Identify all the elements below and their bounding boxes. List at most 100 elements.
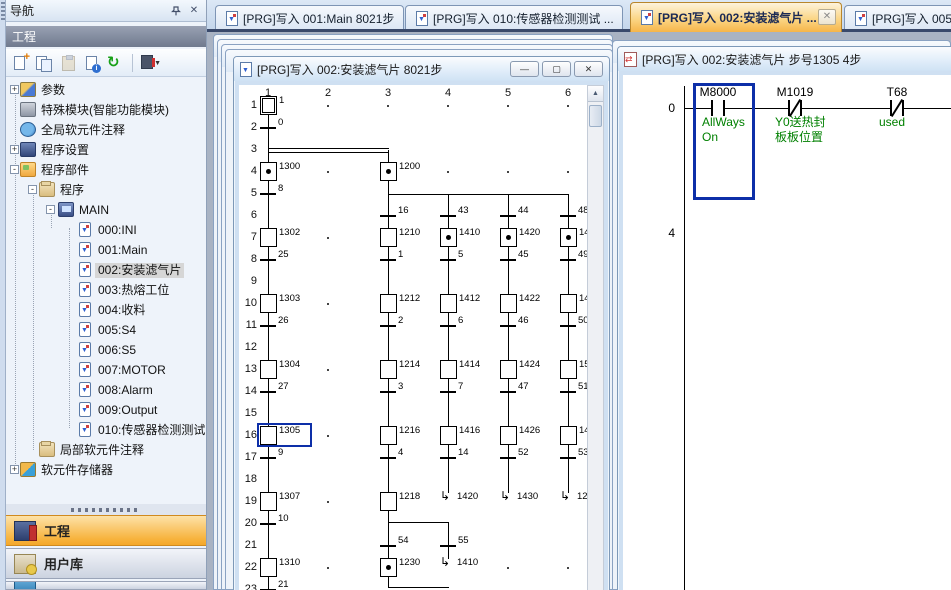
sfc-step[interactable] [380,426,397,445]
sfc-transition[interactable] [260,391,276,393]
copy-icon[interactable] [34,53,54,73]
sfc-transition[interactable] [440,457,456,459]
sfc-step[interactable] [560,228,577,247]
sfc-step[interactable] [440,294,457,313]
sfc-step[interactable] [500,294,517,313]
expand-icon[interactable]: + [10,465,19,474]
sfc-transition[interactable] [440,545,456,547]
sfc-transition[interactable] [440,215,456,217]
sfc-transition[interactable] [560,215,576,217]
sfc-transition[interactable] [560,457,576,459]
sfc-step[interactable] [500,360,517,379]
document-tab[interactable]: [PRG]写入 010:传感器检测测试 ... [405,5,623,30]
sfc-step[interactable] [380,492,397,511]
minimize-button[interactable]: — [510,61,539,77]
sfc-step[interactable] [260,558,277,577]
view-button-project[interactable]: 工程 [6,515,206,546]
close-icon[interactable]: ✕ [186,3,202,18]
tree-item[interactable]: -程序 [6,180,206,200]
tree-item[interactable]: +软元件存储器 [6,460,206,480]
sfc-window-titlebar[interactable]: [PRG]写入 002:安装滤气片 8021步 — ▢ ✕ [234,57,609,81]
restore-button[interactable]: ▢ [542,61,571,77]
sfc-step[interactable] [440,228,457,247]
sfc-transition[interactable] [500,215,516,217]
collapse-icon[interactable]: - [10,165,19,174]
sfc-step[interactable] [380,162,397,181]
tree-item[interactable]: 003:热熔工位 [6,280,206,300]
tree-item[interactable]: 007:MOTOR [6,360,206,380]
sfc-step[interactable] [380,228,397,247]
sfc-vertical-scrollbar[interactable]: ▲ [587,85,604,590]
contact-device-label[interactable]: M1019 [777,85,814,99]
expand-icon[interactable]: + [10,145,19,154]
tree-item[interactable]: 008:Alarm [6,380,206,400]
sfc-transition[interactable] [500,457,516,459]
sfc-step[interactable] [260,360,277,379]
sfc-transition[interactable] [440,391,456,393]
sfc-transition[interactable] [440,259,456,261]
scroll-up-icon[interactable]: ▲ [588,86,603,102]
tree-item[interactable]: 005:S4 [6,320,206,340]
sort-display-icon[interactable]: ▼ [139,53,159,73]
sfc-transition[interactable] [560,391,576,393]
tree-item[interactable]: 004:收料 [6,300,206,320]
tree-item[interactable]: 006:S5 [6,340,206,360]
sfc-transition[interactable] [260,325,276,327]
sfc-step[interactable] [440,360,457,379]
tree-item[interactable]: 特殊模块(智能功能模块) [6,100,206,120]
sfc-transition[interactable] [500,259,516,261]
new-data-icon[interactable]: + [10,53,30,73]
sfc-transition[interactable] [500,325,516,327]
sfc-step[interactable] [380,294,397,313]
sfc-step[interactable] [560,426,577,445]
view-button-userlib[interactable]: 用户库 [6,548,206,579]
sfc-transition[interactable] [380,215,396,217]
document-tab[interactable]: [PRG]写入 005 [844,5,951,30]
sfc-step[interactable] [380,360,397,379]
tree-item[interactable]: -MAIN [6,200,206,220]
sfc-step[interactable] [440,426,457,445]
contact-device-label[interactable]: T68 [887,85,908,99]
tree-item[interactable]: -程序部件 [6,160,206,180]
sfc-step[interactable] [380,558,397,577]
sfc-step[interactable] [260,162,277,181]
sfc-transition[interactable] [380,391,396,393]
sfc-transition[interactable] [500,391,516,393]
document-tab[interactable]: [PRG]写入 001:Main 8021步 [215,5,404,30]
sfc-transition[interactable] [560,325,576,327]
ladder-canvas[interactable]: 04M8000AllWaysOnM1019Y0送热封板板位置T68used [623,75,951,590]
property-icon[interactable]: i [82,53,102,73]
sfc-step[interactable] [500,426,517,445]
scrollbar-thumb[interactable] [589,105,602,127]
document-tab[interactable]: [PRG]写入 002:安装滤气片 ...✕ [630,2,842,32]
sfc-step[interactable] [560,294,577,313]
sfc-step[interactable] [260,492,277,511]
sfc-initial-step[interactable] [260,96,277,115]
close-button[interactable]: ✕ [574,61,603,77]
tree-item[interactable]: 000:INI [6,220,206,240]
tree-item[interactable]: 全局软元件注释 [6,120,206,140]
refresh-icon[interactable]: ↻ [106,53,126,73]
view-button-partial[interactable] [6,581,206,590]
sfc-step[interactable] [560,360,577,379]
tree-item[interactable]: +参数 [6,80,206,100]
tree-item[interactable]: 001:Main [6,240,206,260]
tab-close-icon[interactable]: ✕ [818,9,836,25]
sfc-transition[interactable] [260,523,276,525]
sfc-transition[interactable] [380,545,396,547]
panel-splitter[interactable] [6,504,206,515]
pin-icon[interactable] [168,3,184,18]
sfc-step[interactable] [500,228,517,247]
ladder-window-titlebar[interactable]: [PRG]写入 002:安装滤气片 步号1305 4步 [618,47,951,71]
tree-item[interactable]: 002:安装滤气片 [6,260,206,280]
collapse-icon[interactable]: - [46,205,55,214]
paste-icon[interactable] [58,53,78,73]
sfc-transition[interactable] [560,259,576,261]
tree-item[interactable]: 010:传感器检测测试 [6,420,206,440]
expand-icon[interactable]: + [10,85,19,94]
tree-item[interactable]: +程序设置 [6,140,206,160]
sfc-transition[interactable] [380,457,396,459]
sfc-transition[interactable] [260,457,276,459]
collapse-icon[interactable]: - [28,185,37,194]
sfc-step[interactable] [260,228,277,247]
